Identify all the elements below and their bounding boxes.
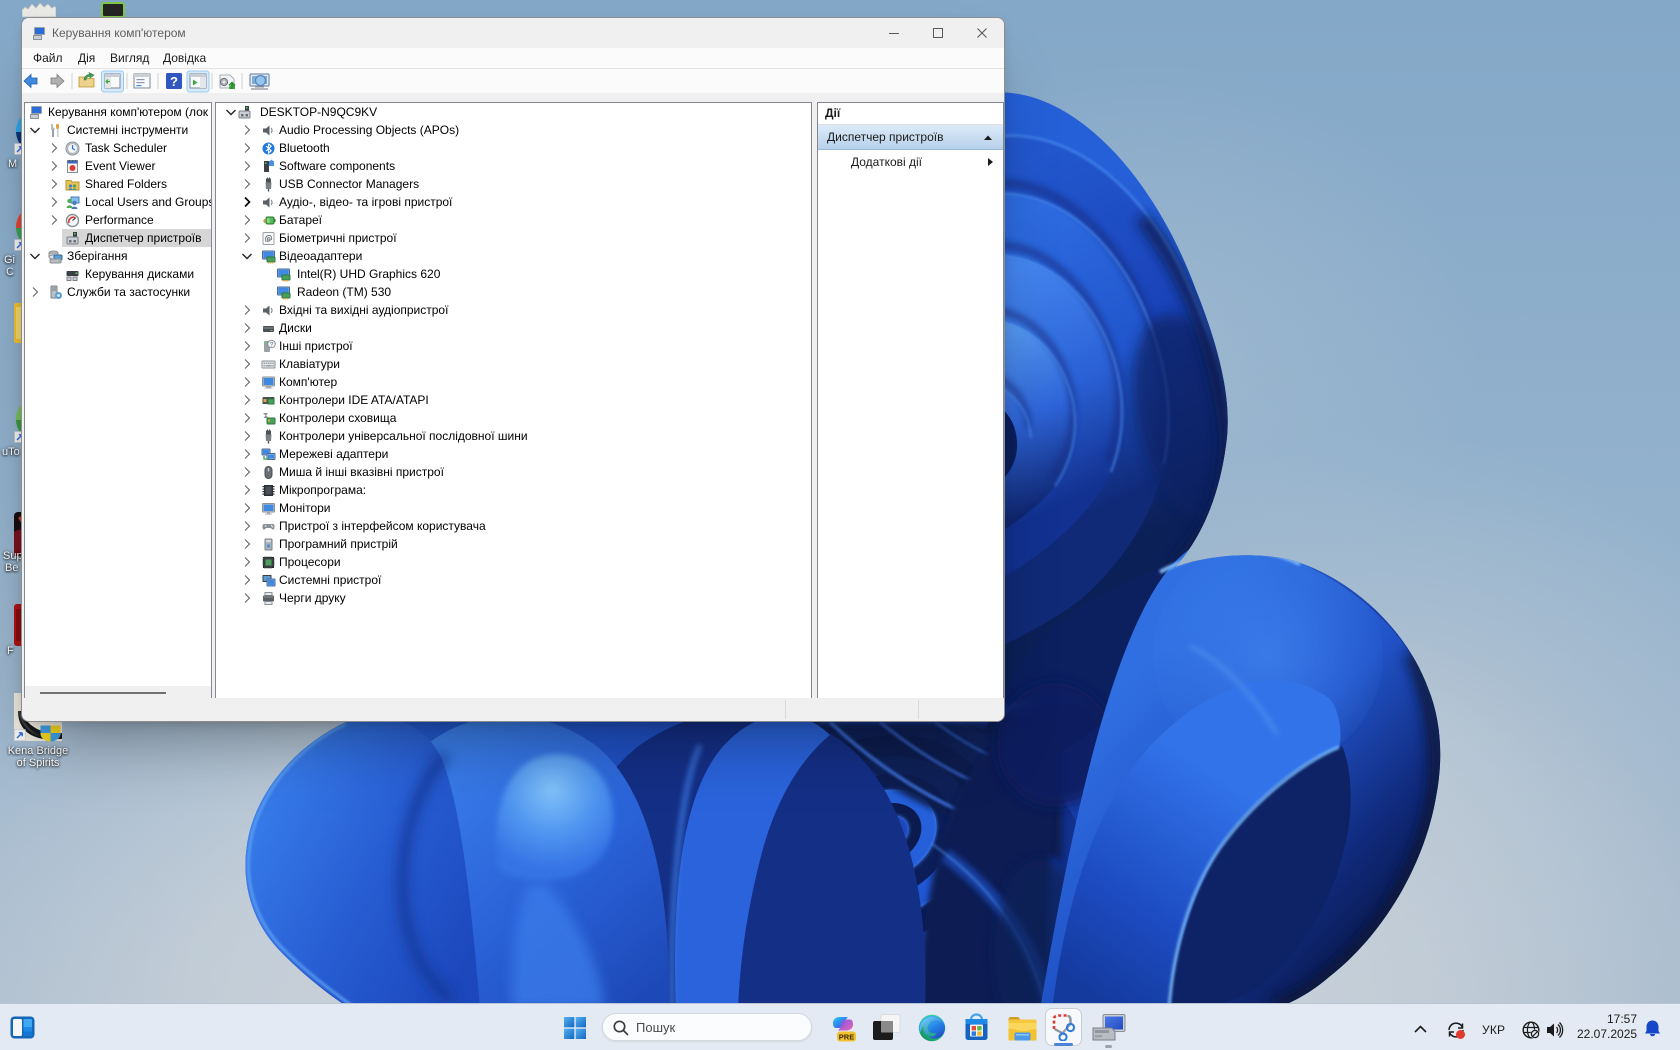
svg-text:?: ? [170,74,178,89]
svg-text:PRE: PRE [839,1032,854,1041]
svg-text:?: ? [270,341,274,348]
